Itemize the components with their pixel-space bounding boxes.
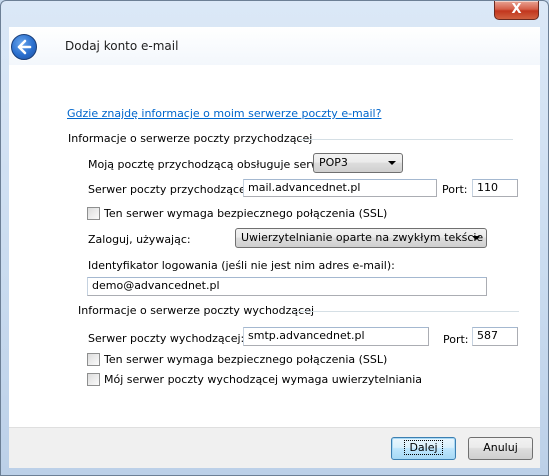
server-type-value: POP3 <box>319 156 348 169</box>
next-button-label: Dalej <box>404 440 443 455</box>
outgoing-section-title: Informacje o serwerze poczty wychodzącej <box>78 304 315 317</box>
outgoing-ssl-checkbox[interactable] <box>87 353 100 366</box>
outgoing-port-label: Port: <box>443 333 469 346</box>
chevron-down-icon <box>388 161 396 165</box>
cancel-button-label: Anuluj <box>483 441 518 454</box>
outgoing-ssl-label: Ten serwer wymaga bezpiecznego połączeni… <box>104 353 388 366</box>
incoming-divider <box>299 139 513 140</box>
server-type-label: Moją pocztę przychodzącą obsługuje serwe… <box>88 158 332 171</box>
incoming-port-label: Port: <box>442 183 468 196</box>
chevron-down-icon <box>472 236 480 240</box>
incoming-server-label: Serwer poczty przychodzącej: <box>88 183 253 196</box>
next-button[interactable]: Dalej <box>391 437 456 460</box>
logon-method-value: Uwierzytelnianie oparte na zwykłym tekśc… <box>241 231 484 244</box>
logon-method-select[interactable]: Uwierzytelnianie oparte na zwykłym tekśc… <box>235 228 487 248</box>
dialog-content: Gdzie znajdę informacje o moim serwerze … <box>9 65 540 427</box>
help-link[interactable]: Gdzie znajdę informacje o moim serwerze … <box>67 107 381 120</box>
back-button[interactable] <box>11 34 37 60</box>
incoming-ssl-checkbox[interactable] <box>87 207 100 220</box>
incoming-port-input[interactable]: 110 <box>472 179 518 197</box>
server-type-select[interactable]: POP3 <box>313 153 403 173</box>
back-arrow-icon <box>17 39 32 55</box>
footer-area: Dalej Anuluj <box>9 427 540 468</box>
outgoing-auth-checkbox[interactable] <box>87 373 100 386</box>
incoming-section-title: Informacje o serwerze poczty przychodząc… <box>68 132 313 145</box>
login-id-input[interactable]: demo@advancednet.pl <box>87 277 487 296</box>
outgoing-auth-label: Mój serwer poczty wychodzącej wymaga uwi… <box>104 373 423 386</box>
close-icon: X <box>511 2 522 17</box>
close-button[interactable]: X <box>494 1 539 20</box>
window-title: Dodaj konto e-mail <box>65 39 179 53</box>
outgoing-server-label: Serwer poczty wychodzącej: <box>88 332 245 345</box>
outgoing-port-input[interactable]: 587 <box>472 327 518 346</box>
cancel-button[interactable]: Anuluj <box>468 437 533 460</box>
dialog-window: X Dodaj konto e-mail Gdzie znajdę inform… <box>0 0 549 476</box>
outgoing-server-input[interactable]: smtp.advancednet.pl <box>243 327 429 346</box>
incoming-server-input[interactable]: mail.advancednet.pl <box>243 179 437 197</box>
incoming-ssl-label: Ten serwer wymaga bezpiecznego połączeni… <box>104 207 388 220</box>
outgoing-divider <box>293 311 519 312</box>
login-id-label: Identyfikator logowania (jeśli nie jest … <box>88 259 395 272</box>
logon-method-label: Zaloguj, używając: <box>88 233 191 246</box>
